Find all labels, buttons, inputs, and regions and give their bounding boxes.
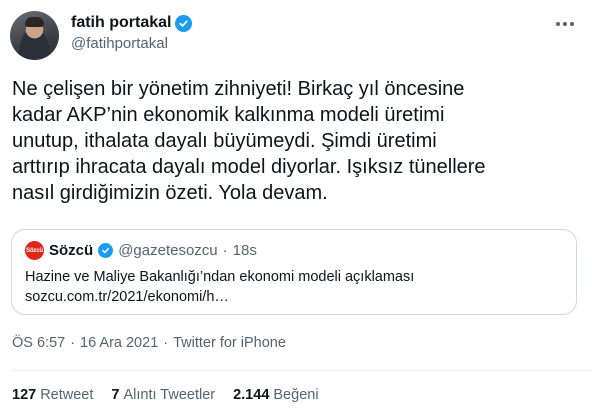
avatar-hair bbox=[25, 17, 44, 27]
author-name-row: fatih portakal bbox=[71, 13, 193, 33]
engagement-stats: 127 Retweet 7 Alıntı Tweetler 2.144 Beğe… bbox=[12, 387, 319, 403]
more-options-icon[interactable] bbox=[552, 14, 578, 34]
likes-label: Beğeni bbox=[273, 387, 319, 403]
quoted-tweet[interactable]: Sözcü Sözcü @gazetesozcu · 18s Hazine ve… bbox=[11, 229, 577, 315]
author-info: fatih portakal @fatihportakal bbox=[71, 13, 193, 54]
author-avatar[interactable] bbox=[10, 11, 59, 60]
tweet-metadata: ÖS 6:57 · 16 Ara 2021 · Twitter for iPho… bbox=[12, 335, 286, 351]
quotes-label: Alıntı Tweetler bbox=[123, 387, 216, 403]
quoted-author-avatar: Sözcü bbox=[25, 241, 44, 260]
quotes-count: 7 bbox=[111, 387, 120, 403]
tweet-time[interactable]: ÖS 6:57 bbox=[12, 335, 65, 351]
meta-separator: · bbox=[70, 335, 76, 351]
tweet-date[interactable]: 16 Ara 2021 bbox=[80, 335, 158, 351]
retweets-stat[interactable]: 127 Retweet bbox=[12, 387, 93, 403]
meta-separator: · bbox=[163, 335, 169, 351]
likes-stat[interactable]: 2.144 Beğeni bbox=[233, 387, 318, 403]
retweets-count: 127 bbox=[12, 387, 37, 403]
quoted-tweet-text: Hazine ve Maliye Bakanlığı’ndan ekonomi … bbox=[25, 269, 415, 305]
quoted-timestamp: 18s bbox=[232, 241, 257, 259]
verified-badge-icon bbox=[175, 14, 193, 32]
quote-tweets-stat[interactable]: 7 Alıntı Tweetler bbox=[111, 387, 215, 403]
tweet-text: Ne çelişen bir yönetim zihniyeti! Birkaç… bbox=[12, 78, 486, 204]
likes-count: 2.144 bbox=[233, 387, 270, 403]
quoted-author-handle: @gazetesozcu bbox=[118, 241, 218, 259]
author-handle[interactable]: @fatihportakal bbox=[71, 34, 192, 54]
quoted-tweet-header: Sözcü Sözcü @gazetesozcu · 18s bbox=[25, 241, 257, 260]
retweets-label: Retweet bbox=[40, 387, 94, 403]
quoted-separator: · bbox=[222, 241, 228, 259]
divider bbox=[12, 370, 592, 371]
tweet-source[interactable]: Twitter for iPhone bbox=[173, 335, 286, 351]
quoted-author-name: Sözcü bbox=[49, 241, 94, 259]
quoted-verified-badge-icon bbox=[98, 243, 114, 258]
author-display-name[interactable]: fatih portakal bbox=[71, 13, 171, 33]
